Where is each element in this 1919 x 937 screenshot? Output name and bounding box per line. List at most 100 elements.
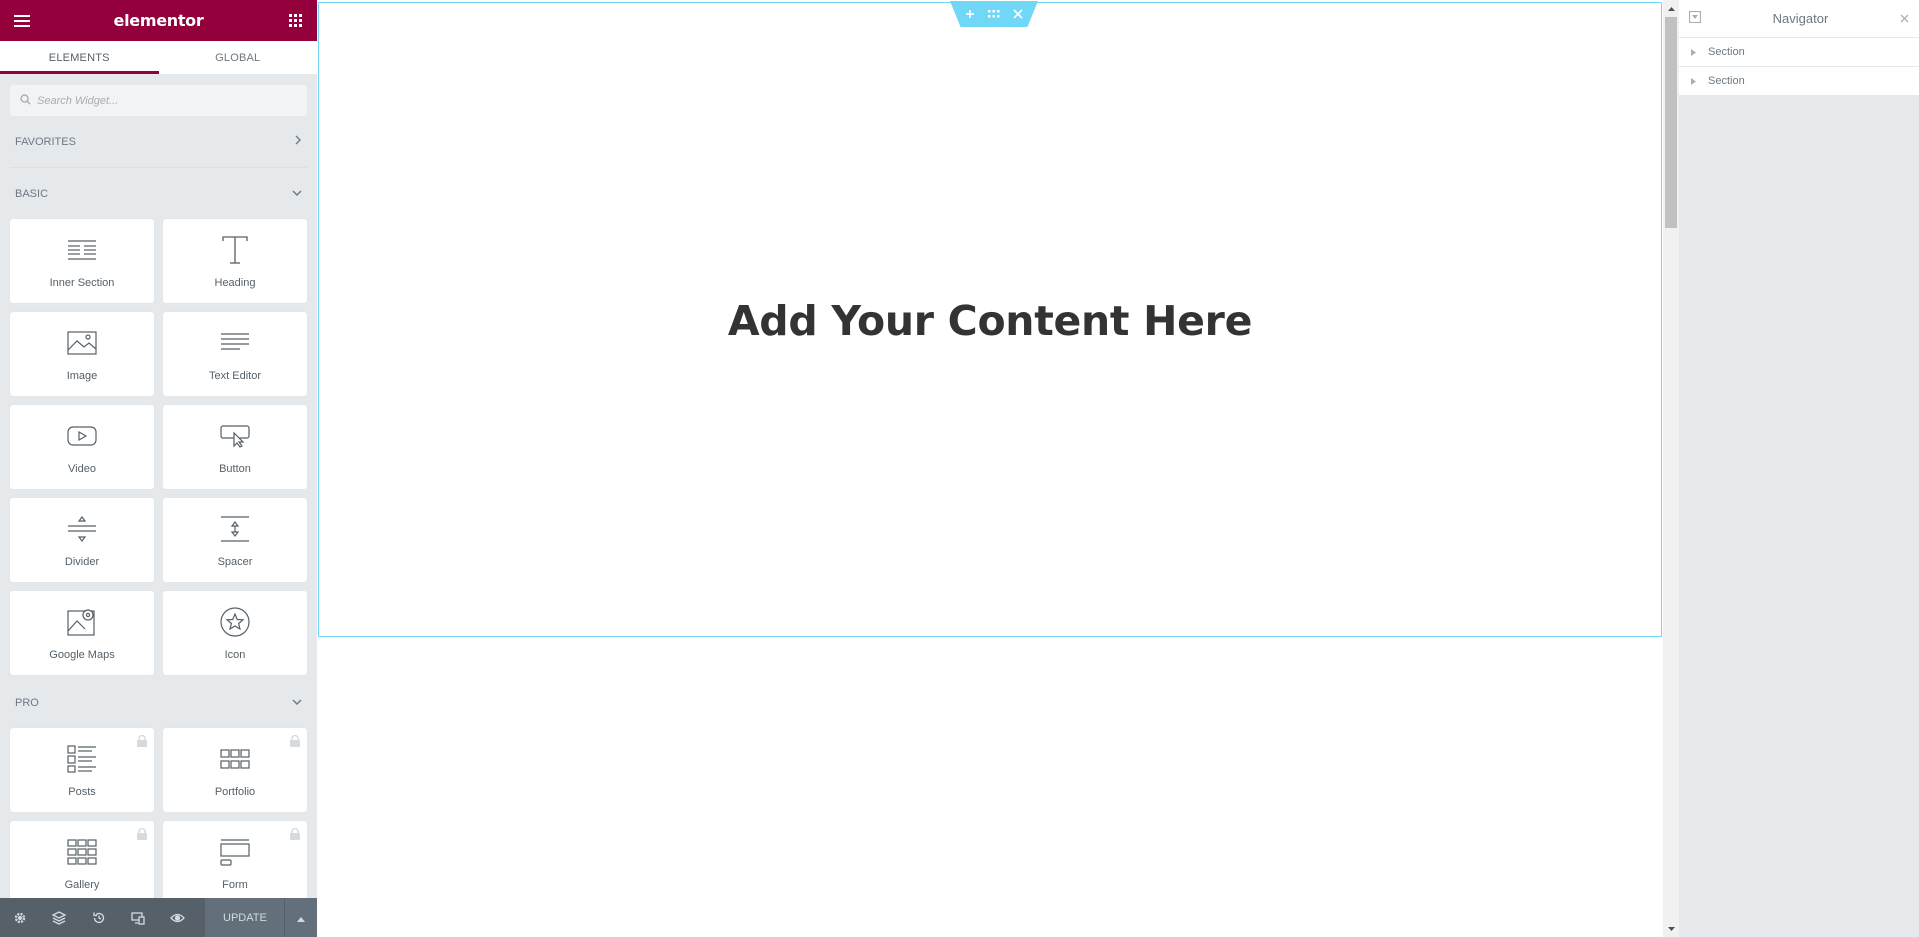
widget-label: Divider	[64, 556, 100, 568]
gallery-icon	[65, 835, 99, 869]
chevron-right-icon	[294, 135, 302, 148]
add-section-button[interactable]	[958, 3, 982, 25]
widget-label: Gallery	[64, 879, 100, 891]
preview-eye-icon[interactable]	[158, 898, 197, 937]
canvas-scrollbar[interactable]	[1663, 0, 1679, 937]
portfolio-icon	[218, 742, 252, 776]
widget-label: Video	[68, 463, 96, 475]
widget-label: Google Maps	[49, 649, 115, 661]
category-pro[interactable]: PRO	[0, 677, 317, 728]
tab-global[interactable]: GLOBAL	[159, 41, 318, 74]
content-heading[interactable]: Add Your Content Here	[319, 297, 1661, 345]
elementor-logo: elementor	[113, 11, 204, 30]
widget-portfolio[interactable]: Portfolio	[163, 728, 307, 812]
widget-label: Image	[66, 370, 98, 382]
widgets-grid-icon[interactable]	[285, 11, 305, 31]
widget-label: Button	[219, 463, 251, 475]
widget-heading[interactable]: Heading	[163, 219, 307, 303]
collapse-all-icon[interactable]	[1688, 10, 1702, 28]
search-widget-input[interactable]	[37, 94, 297, 107]
search-icon	[20, 92, 31, 110]
responsive-mode-icon[interactable]	[118, 898, 157, 937]
chevron-down-icon	[292, 188, 302, 200]
star-icon	[218, 605, 252, 639]
tab-elements[interactable]: ELEMENTS	[0, 41, 159, 74]
navigator-layers-icon[interactable]	[39, 898, 78, 937]
widget-label: Inner Section	[49, 277, 115, 289]
caret-right-icon[interactable]	[1691, 77, 1701, 85]
widget-spacer[interactable]: Spacer	[163, 498, 307, 582]
widget-inner-section[interactable]: Inner Section	[10, 219, 154, 303]
widget-text-editor[interactable]: Text Editor	[163, 312, 307, 396]
widget-divider[interactable]: Divider	[10, 498, 154, 582]
update-options-button[interactable]	[285, 898, 317, 937]
chevron-down-icon	[292, 697, 302, 709]
navigator-item-section[interactable]: Section	[1679, 67, 1919, 96]
divider-icon	[65, 512, 99, 546]
category-favorites[interactable]: FAVORITES	[0, 116, 317, 167]
panel-body: FAVORITES BASIC Inner Section	[0, 75, 317, 898]
widget-label: Spacer	[217, 556, 253, 568]
widget-image[interactable]: Image	[10, 312, 154, 396]
widget-label: Icon	[224, 649, 246, 661]
form-icon	[218, 835, 252, 869]
scroll-thumb[interactable]	[1665, 17, 1677, 228]
section[interactable]: Add Your Content Here	[318, 1, 1662, 637]
panel-tabs: ELEMENTS GLOBAL	[0, 41, 317, 75]
widget-label: Portfolio	[214, 786, 256, 798]
history-icon[interactable]	[79, 898, 118, 937]
search-widget-box	[10, 85, 307, 116]
category-basic[interactable]: BASIC	[0, 168, 317, 219]
widget-form[interactable]: Form	[163, 821, 307, 898]
image-icon	[65, 326, 99, 360]
lock-icon	[136, 734, 148, 747]
scroll-up-arrow[interactable]	[1663, 0, 1679, 17]
settings-gear-icon[interactable]	[0, 898, 39, 937]
category-favorites-label: FAVORITES	[15, 135, 76, 148]
navigator-header: Navigator	[1679, 0, 1919, 38]
widget-video[interactable]: Video	[10, 405, 154, 489]
widget-label: Heading	[214, 277, 256, 289]
video-icon	[65, 419, 99, 453]
widget-posts[interactable]: Posts	[10, 728, 154, 812]
panel-footer: UPDATE	[0, 898, 317, 937]
navigator-item-section[interactable]: Section	[1679, 38, 1919, 67]
widget-label: Posts	[68, 786, 96, 798]
close-icon[interactable]	[1900, 10, 1909, 28]
text-editor-icon	[218, 326, 252, 360]
update-button[interactable]: UPDATE	[205, 898, 285, 937]
pro-widgets-grid: Posts Portfolio Gallery Form	[0, 728, 317, 898]
widget-google-maps[interactable]: Google Maps	[10, 591, 154, 675]
navigator-panel: Navigator Section Section	[1679, 0, 1919, 937]
widget-button[interactable]: Button	[163, 405, 307, 489]
scroll-down-arrow[interactable]	[1663, 920, 1679, 937]
navigator-item-label: Section	[1708, 46, 1745, 58]
navigator-title: Navigator	[1772, 11, 1829, 26]
lock-icon	[136, 827, 148, 840]
caret-up-icon	[297, 909, 306, 927]
lock-icon	[289, 734, 301, 747]
widget-label: Text Editor	[209, 370, 261, 382]
button-icon	[218, 419, 252, 453]
lock-icon	[289, 827, 301, 840]
navigator-item-label: Section	[1708, 75, 1745, 87]
delete-section-button[interactable]	[1006, 3, 1030, 25]
google-maps-icon	[65, 605, 99, 639]
heading-icon	[218, 233, 252, 267]
widget-icon[interactable]: Icon	[163, 591, 307, 675]
widget-gallery[interactable]: Gallery	[10, 821, 154, 898]
posts-icon	[65, 742, 99, 776]
panel-header: elementor	[0, 0, 317, 41]
caret-right-icon[interactable]	[1691, 48, 1701, 56]
inner-section-icon	[65, 233, 99, 267]
category-basic-label: BASIC	[15, 187, 49, 200]
editor-canvas: Add Your Content Here	[317, 0, 1663, 937]
drag-section-icon[interactable]	[982, 3, 1006, 25]
spacer-icon	[218, 512, 252, 546]
widget-label: Form	[222, 879, 248, 891]
elements-panel: elementor ELEMENTS GLOBAL FAVORITES	[0, 0, 317, 937]
basic-widgets-grid: Inner Section Heading Image Text Editor	[0, 219, 317, 675]
section-handle	[950, 1, 1038, 27]
menu-icon[interactable]	[12, 11, 32, 31]
category-pro-label: PRO	[15, 696, 39, 709]
